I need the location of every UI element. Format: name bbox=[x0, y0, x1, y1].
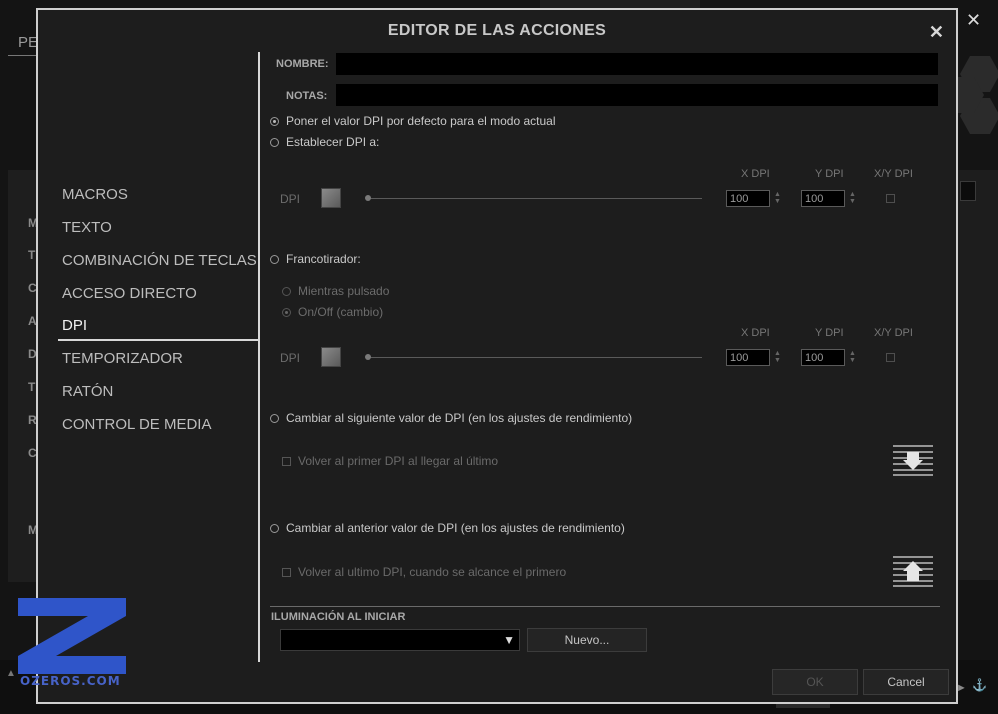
radio-default-dpi[interactable]: Poner el valor DPI por defecto para el m… bbox=[270, 114, 555, 128]
watermark-z-logo bbox=[18, 598, 126, 674]
dpi-up-stack-icon bbox=[893, 556, 933, 587]
radio-sniper-hold[interactable]: Mientras pulsado bbox=[282, 284, 389, 298]
xy-dpi-checkbox[interactable] bbox=[886, 194, 895, 203]
action-editor-dialog: EDITOR DE LAS ACCIONES ✕ MACROS TEXTO CO… bbox=[36, 8, 958, 704]
name-field[interactable] bbox=[336, 53, 938, 75]
dpi-slider-handle[interactable] bbox=[365, 354, 371, 360]
y-dpi-spinner-icon[interactable]: ▲ ▼ bbox=[849, 191, 856, 205]
x-dpi-header: X DPI bbox=[741, 168, 770, 180]
dpi-label: DPI bbox=[280, 351, 301, 365]
radio-sniper-hold-label: Mientras pulsado bbox=[298, 284, 390, 298]
nav-item-combinacion-teclas[interactable]: COMBINACIÓN DE TECLAS bbox=[62, 252, 258, 269]
y-dpi-spinner-icon[interactable]: ▲ ▼ bbox=[849, 350, 856, 364]
check-wrap-first[interactable]: Volver al primer DPI al llegar al último bbox=[282, 454, 498, 468]
check-wrap-last-label: Volver al ultimo DPI, cuando se alcance … bbox=[298, 565, 567, 579]
ok-button[interactable]: OK bbox=[772, 669, 858, 695]
checkbox-indicator[interactable] bbox=[282, 456, 291, 466]
lighting-select[interactable]: ▼ bbox=[280, 629, 520, 651]
nav-item-raton[interactable]: RATÓN bbox=[62, 383, 258, 400]
radio-sniper-toggle[interactable]: On/Off (cambio) bbox=[282, 305, 383, 319]
x-dpi-spinner-icon[interactable]: ▲ ▼ bbox=[774, 191, 781, 205]
radio-indicator[interactable] bbox=[282, 307, 291, 317]
background-up-arrow-icon[interactable]: ▲ bbox=[6, 668, 16, 679]
new-lighting-button[interactable]: Nuevo... bbox=[527, 628, 647, 652]
radio-set-dpi-label: Establecer DPI a: bbox=[286, 135, 380, 149]
background-close-icon[interactable]: ✕ bbox=[966, 10, 981, 31]
xy-dpi-header: X/Y DPI bbox=[874, 168, 913, 180]
radio-indicator[interactable] bbox=[270, 523, 279, 533]
dpi-slider[interactable] bbox=[368, 198, 702, 199]
nav-item-texto[interactable]: TEXTO bbox=[62, 219, 258, 236]
radio-set-dpi[interactable]: Establecer DPI a: bbox=[270, 135, 379, 149]
radio-next-dpi-label: Cambiar al siguiente valor de DPI (en lo… bbox=[286, 411, 633, 425]
check-wrap-first-label: Volver al primer DPI al llegar al último bbox=[298, 454, 499, 468]
close-icon[interactable]: ✕ bbox=[929, 22, 944, 43]
dpi-down-stack-icon bbox=[893, 445, 933, 476]
xy-dpi-checkbox[interactable] bbox=[886, 353, 895, 362]
background-tab-label: PE bbox=[18, 34, 39, 51]
background-right-field bbox=[960, 181, 976, 201]
x-dpi-header: X DPI bbox=[741, 327, 770, 339]
checkbox-indicator[interactable] bbox=[282, 567, 291, 577]
radio-next-dpi[interactable]: Cambiar al siguiente valor de DPI (en lo… bbox=[270, 411, 632, 425]
cancel-button[interactable]: Cancel bbox=[863, 669, 949, 695]
notes-label: NOTAS: bbox=[286, 90, 328, 102]
radio-indicator[interactable] bbox=[270, 254, 279, 264]
dpi-label: DPI bbox=[280, 192, 301, 206]
nav-divider bbox=[258, 52, 260, 662]
radio-indicator[interactable] bbox=[270, 137, 279, 147]
radio-sniper[interactable]: Francotirador: bbox=[270, 252, 361, 266]
active-nav-underline bbox=[58, 339, 258, 341]
dialog-title: EDITOR DE LAS ACCIONES bbox=[387, 22, 607, 39]
background-side-panel bbox=[8, 170, 38, 582]
nav-item-temporizador[interactable]: TEMPORIZADOR bbox=[62, 350, 258, 367]
x-dpi-input[interactable] bbox=[726, 349, 770, 366]
dropdown-arrow-icon[interactable]: ▼ bbox=[503, 633, 515, 647]
radio-indicator[interactable] bbox=[270, 116, 279, 126]
corsair-logo-icon: ⚓ bbox=[972, 678, 987, 692]
dpi-slider-handle[interactable] bbox=[365, 195, 371, 201]
background-topbar bbox=[540, 0, 700, 8]
check-wrap-last[interactable]: Volver al ultimo DPI, cuando se alcance … bbox=[282, 565, 566, 579]
x-dpi-input[interactable] bbox=[726, 190, 770, 207]
background-tab-underline bbox=[8, 55, 38, 56]
background-right-panel bbox=[958, 170, 998, 580]
radio-indicator[interactable] bbox=[270, 413, 279, 423]
y-dpi-input[interactable] bbox=[801, 190, 845, 207]
dpi-color-swatch[interactable] bbox=[321, 188, 341, 208]
watermark: OZEROS.COM bbox=[18, 598, 128, 688]
radio-indicator[interactable] bbox=[282, 286, 291, 296]
radio-default-dpi-label: Poner el valor DPI por defecto para el m… bbox=[286, 114, 556, 128]
radio-prev-dpi[interactable]: Cambiar al anterior valor de DPI (en los… bbox=[270, 521, 625, 535]
radio-prev-dpi-label: Cambiar al anterior valor de DPI (en los… bbox=[286, 521, 625, 535]
nav-item-control-media[interactable]: CONTROL DE MEDIA bbox=[62, 416, 258, 433]
radio-sniper-label: Francotirador: bbox=[286, 252, 361, 266]
nav-item-dpi[interactable]: DPI bbox=[62, 317, 258, 334]
background-side-letter: T bbox=[28, 380, 36, 394]
nav-item-acceso-directo[interactable]: ACCESO DIRECTO bbox=[62, 285, 258, 302]
dpi-slider[interactable] bbox=[368, 357, 702, 358]
y-dpi-header: Y DPI bbox=[815, 168, 844, 180]
background-side-letter: T bbox=[28, 248, 36, 262]
notes-field[interactable] bbox=[336, 84, 938, 106]
x-dpi-spinner-icon[interactable]: ▲ ▼ bbox=[774, 350, 781, 364]
watermark-text: OZEROS.COM bbox=[20, 674, 121, 688]
dpi-color-swatch[interactable] bbox=[321, 347, 341, 367]
nav-item-macros[interactable]: MACROS bbox=[62, 186, 258, 203]
y-dpi-header: Y DPI bbox=[815, 327, 844, 339]
lighting-title: ILUMINACIÓN AL INICIAR bbox=[271, 611, 406, 623]
radio-sniper-toggle-label: On/Off (cambio) bbox=[298, 305, 384, 319]
xy-dpi-header: X/Y DPI bbox=[874, 327, 913, 339]
lighting-divider bbox=[270, 606, 940, 607]
y-dpi-input[interactable] bbox=[801, 349, 845, 366]
name-label: NOMBRE: bbox=[276, 58, 329, 70]
